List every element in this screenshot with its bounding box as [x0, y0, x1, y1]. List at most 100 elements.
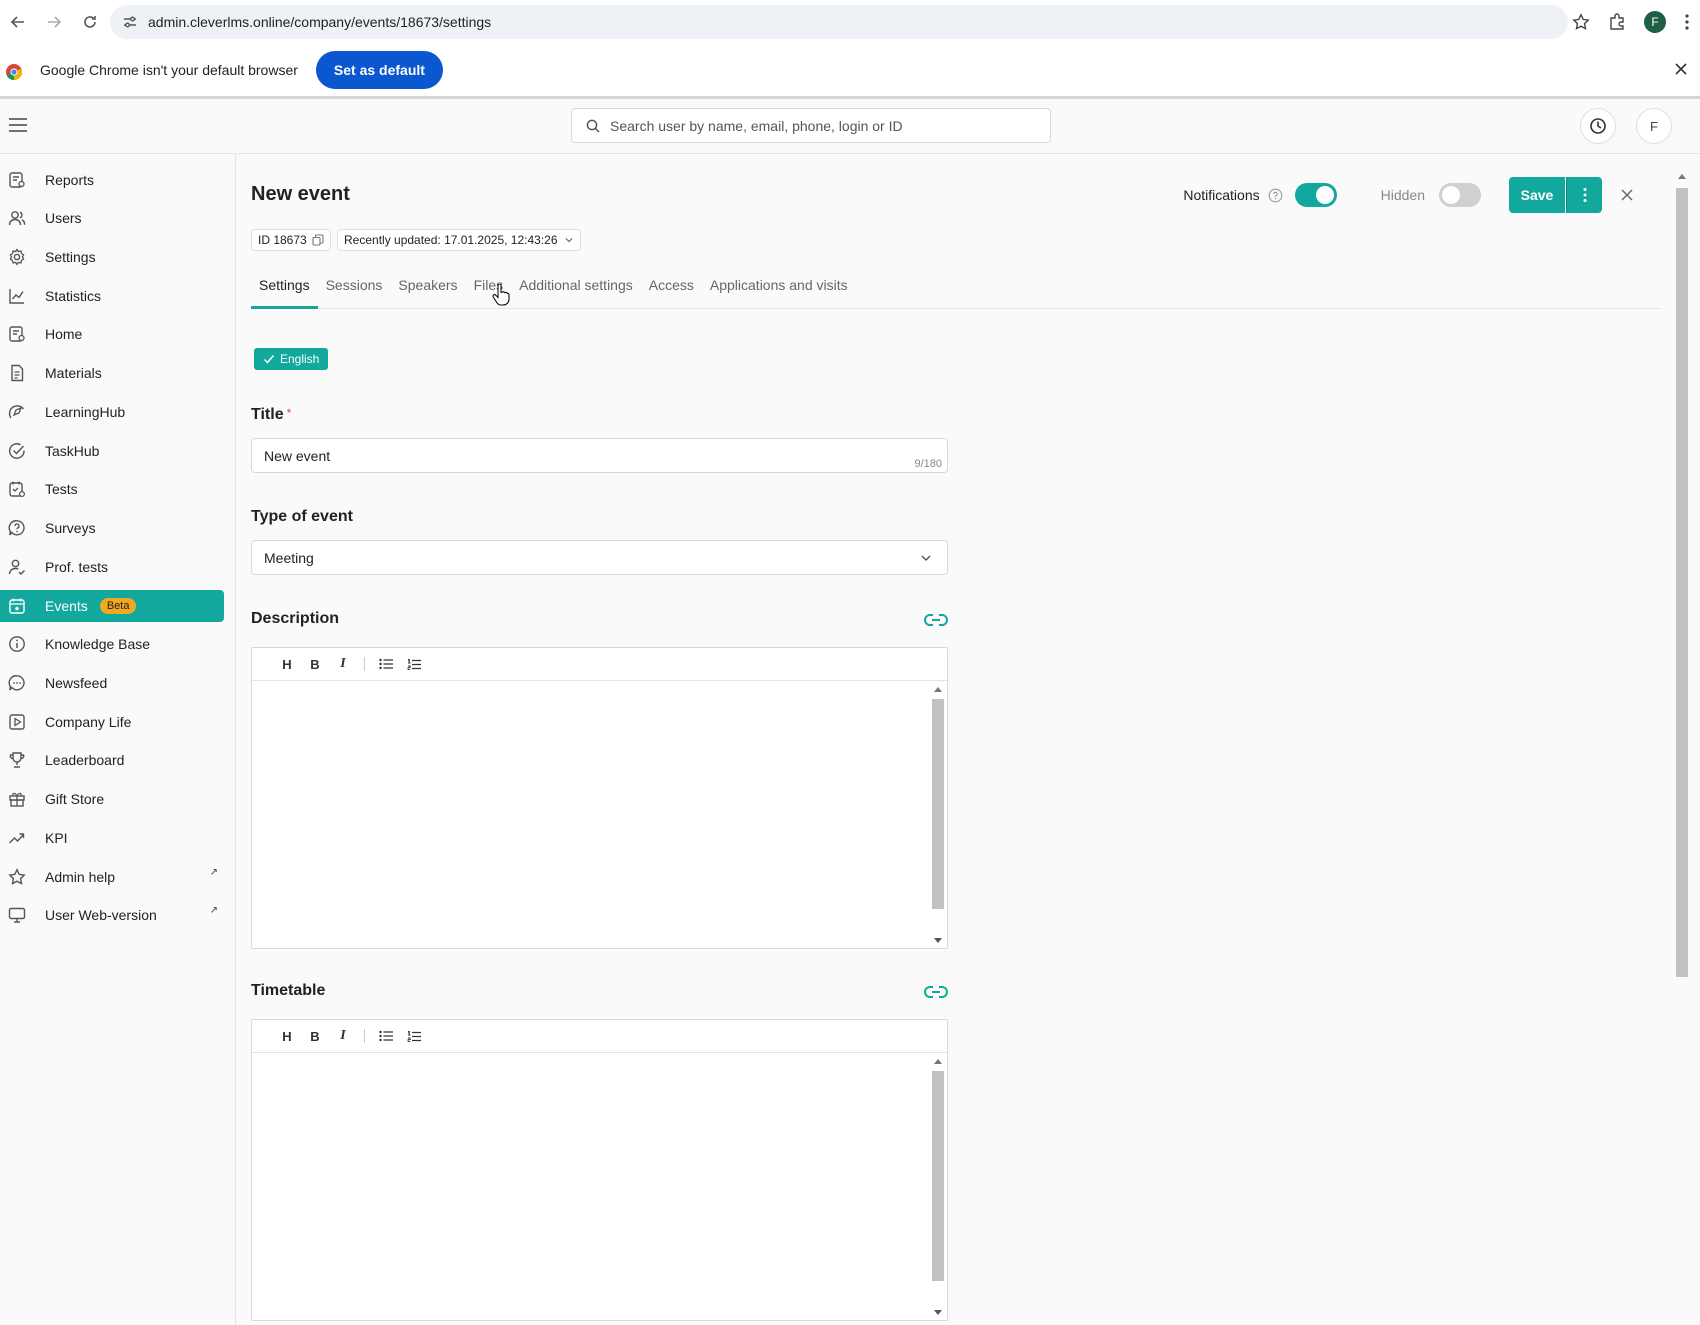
sidebar-item-gift-store[interactable]: Gift Store — [0, 783, 224, 815]
link-icon[interactable] — [924, 612, 948, 628]
scroll-up-arrow[interactable] — [934, 687, 942, 692]
sidebar-item-label: TaskHub — [45, 443, 100, 459]
scrollbar-thumb[interactable] — [932, 699, 944, 909]
scroll-up-arrow[interactable] — [1678, 174, 1686, 179]
chevron-down-icon — [919, 551, 933, 565]
set-default-button[interactable]: Set as default — [315, 51, 443, 89]
reload-button[interactable] — [72, 4, 108, 40]
close-icon[interactable] — [1620, 188, 1634, 202]
scroll-down-arrow[interactable] — [934, 938, 942, 943]
scrollbar-thumb[interactable] — [932, 1071, 944, 1281]
scroll-down-arrow[interactable] — [934, 1310, 942, 1315]
description-textarea[interactable] — [252, 681, 947, 948]
editor-toolbar: H B I — [252, 648, 947, 681]
bullet-list-icon[interactable] — [379, 658, 393, 670]
bullet-list-icon[interactable] — [379, 1030, 393, 1042]
tab-access[interactable]: Access — [641, 275, 702, 309]
more-options-button[interactable] — [1566, 177, 1602, 213]
italic-button[interactable]: I — [336, 1028, 350, 1044]
avatar[interactable]: F — [1636, 108, 1672, 144]
sidebar-item-learninghub[interactable]: LearningHub — [0, 396, 224, 428]
sidebar-item-surveys[interactable]: Surveys — [0, 512, 224, 544]
heading-button[interactable]: H — [280, 657, 294, 672]
header-actions: Notifications Hidden Save — [1183, 177, 1676, 213]
extensions-icon[interactable] — [1608, 13, 1626, 31]
italic-button[interactable]: I — [336, 656, 350, 672]
sidebar-item-home[interactable]: Home — [0, 318, 224, 350]
editor-scrollbar[interactable] — [931, 685, 945, 943]
forward-button[interactable] — [36, 4, 72, 40]
tab-applications-and-visits[interactable]: Applications and visits — [702, 275, 856, 309]
tab-sessions[interactable]: Sessions — [318, 275, 391, 309]
sidebar-item-prof-tests[interactable]: Prof. tests — [0, 551, 224, 583]
search-input[interactable] — [610, 117, 1010, 134]
sidebar-item-company-life[interactable]: Company Life — [0, 706, 224, 738]
bold-button[interactable]: B — [308, 1029, 322, 1044]
trophy-icon — [7, 750, 27, 770]
person-check-icon — [7, 557, 27, 577]
chrome-logo-icon — [5, 63, 23, 81]
scroll-up-arrow[interactable] — [934, 1059, 942, 1064]
sidebar-item-user-web-version[interactable]: User Web-version ↗ — [0, 899, 224, 931]
sidebar-item-settings[interactable]: Settings — [0, 241, 224, 273]
heading-button[interactable]: H — [280, 1029, 294, 1044]
tab-settings[interactable]: Settings — [251, 275, 318, 309]
type-select[interactable]: Meeting — [251, 540, 948, 575]
sidebar-item-label: Knowledge Base — [45, 636, 151, 652]
timetable-textarea[interactable] — [252, 1053, 947, 1320]
document-icon — [7, 363, 27, 383]
site-settings-icon[interactable] — [122, 14, 138, 30]
copy-icon[interactable] — [312, 234, 324, 246]
numbered-list-icon[interactable] — [407, 1030, 421, 1043]
url-text: admin.cleverlms.online/company/events/18… — [148, 14, 492, 30]
updated-dropdown[interactable]: Recently updated: 17.01.2025, 12:43:26 — [337, 229, 581, 251]
save-button[interactable]: Save — [1509, 177, 1565, 213]
page-scrollbar[interactable] — [1676, 172, 1688, 977]
browser-menu-icon[interactable] — [1684, 13, 1690, 31]
numbered-list-icon[interactable] — [407, 658, 421, 671]
browser-profile-avatar[interactable]: F — [1644, 11, 1666, 33]
sidebar-item-label: Surveys — [45, 520, 96, 536]
tab-additional-settings[interactable]: Additional settings — [511, 275, 641, 309]
event-id: ID 18673 — [258, 233, 307, 247]
back-button[interactable] — [0, 4, 36, 40]
sidebar-item-leaderboard[interactable]: Leaderboard — [0, 744, 224, 776]
sidebar-item-admin-help[interactable]: Admin help ↗ — [0, 861, 224, 893]
close-icon[interactable] — [1674, 62, 1688, 76]
address-bar[interactable]: admin.cleverlms.online/company/events/18… — [110, 5, 1568, 39]
language-chip[interactable]: English — [254, 348, 329, 370]
sidebar-item-label: Leaderboard — [45, 752, 125, 768]
sidebar-item-label: Reports — [45, 172, 95, 188]
id-chip[interactable]: ID 18673 — [251, 229, 331, 251]
sidebar-item-materials[interactable]: Materials — [0, 357, 224, 389]
sidebar-item-statistics[interactable]: Statistics — [0, 280, 224, 312]
sidebar-item-events[interactable]: Events Beta — [0, 590, 224, 622]
sidebar-item-label: Admin help — [45, 869, 116, 885]
help-icon[interactable] — [1268, 188, 1283, 203]
scrollbar-thumb[interactable] — [1676, 188, 1688, 977]
sidebar-item-knowledge-base[interactable]: Knowledge Base — [0, 628, 224, 660]
users-icon — [7, 208, 27, 228]
menu-hamburger-icon[interactable] — [8, 117, 28, 133]
sidebar-item-label: Materials — [45, 365, 102, 381]
sidebar-item-kpi[interactable]: KPI — [0, 822, 224, 854]
sidebar-item-taskhub[interactable]: TaskHub — [0, 435, 224, 467]
sidebar-item-users[interactable]: Users — [0, 202, 224, 234]
hidden-toggle[interactable] — [1439, 183, 1481, 207]
sidebar-item-tests[interactable]: Tests — [0, 473, 224, 505]
notifications-toggle[interactable] — [1294, 183, 1337, 207]
title-input[interactable]: New event 9/180 — [251, 438, 948, 473]
tab-speakers[interactable]: Speakers — [390, 275, 465, 309]
bold-button[interactable]: B — [308, 657, 322, 672]
history-button[interactable] — [1580, 108, 1616, 144]
link-icon[interactable] — [924, 984, 948, 1000]
info-icon — [7, 634, 27, 654]
title-label: Title * — [251, 406, 292, 423]
bookmark-star-icon[interactable] — [1572, 13, 1590, 31]
play-icon — [7, 712, 27, 732]
sidebar-item-newsfeed[interactable]: Newsfeed — [0, 667, 224, 699]
sidebar-item-reports[interactable]: Reports — [0, 164, 224, 196]
editor-scrollbar[interactable] — [931, 1057, 945, 1315]
toolbar-divider — [364, 1029, 365, 1043]
sidebar-item-label: Events — [45, 598, 88, 614]
